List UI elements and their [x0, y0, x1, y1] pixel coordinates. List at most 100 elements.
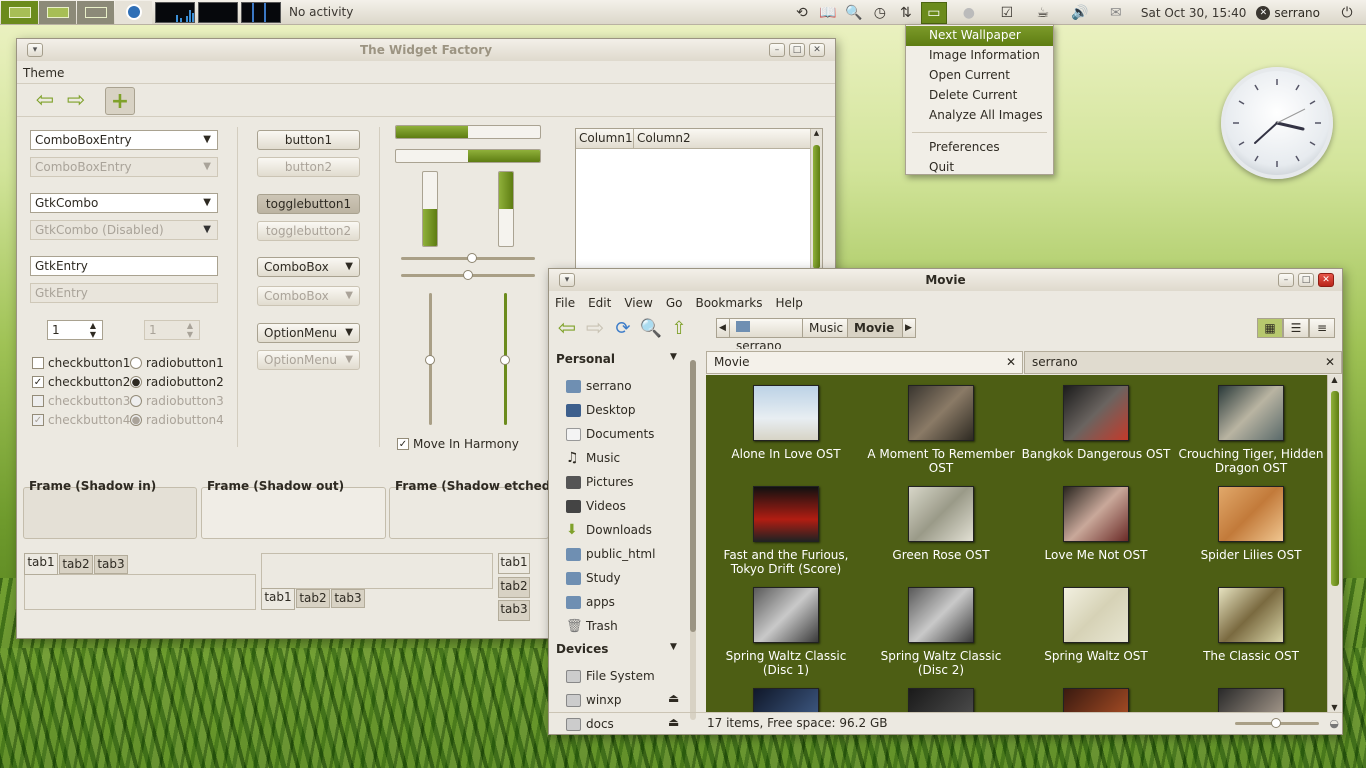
sidebar-item-music[interactable]: ♫ Music [566, 449, 620, 467]
hscale-1-knob[interactable] [467, 253, 477, 263]
sidebar-scroll-thumb[interactable] [690, 360, 696, 632]
list-item[interactable] [1176, 688, 1326, 712]
menu-image-information[interactable]: Image Information [906, 46, 1053, 66]
timer-icon[interactable]: ⟲ [791, 2, 813, 24]
hscale-2-knob[interactable] [463, 270, 473, 280]
breadcrumb-music[interactable]: Music [802, 318, 848, 338]
sidebar-device-filesystem[interactable]: File System [566, 667, 655, 685]
eject-icon[interactable]: ⏏ [668, 691, 679, 705]
list-item[interactable]: Crouching Tiger, Hidden Dragon OST [1176, 385, 1326, 475]
notebook-bottom-tab2[interactable]: tab2 [296, 589, 330, 608]
list-item[interactable]: Spring Waltz Classic (Disc 1) [711, 587, 861, 677]
spinbutton[interactable]: 1 ▲ ▼ [47, 320, 103, 340]
nautilus-titlebar[interactable]: ▾ Movie – □ ✕ [549, 269, 1342, 291]
menu-next-wallpaper[interactable]: Next Wallpaper [906, 26, 1053, 46]
back-arrow-icon[interactable]: ⇦ [31, 87, 59, 113]
menu-bookmarks[interactable]: Bookmarks [695, 296, 762, 310]
menu-quit[interactable]: Quit [906, 158, 1053, 178]
menu-view[interactable]: View [624, 296, 652, 310]
scroll-up-arrow-icon[interactable]: ▲ [811, 129, 822, 137]
workspace-1[interactable] [1, 0, 38, 24]
menu-edit[interactable]: Edit [588, 296, 611, 310]
notebook-top-tab1[interactable]: tab1 [24, 553, 58, 575]
column1-header[interactable]: Column1 [576, 129, 634, 148]
window-menu-button[interactable]: ▾ [559, 273, 575, 287]
chevron-down-icon[interactable]: ▼ [203, 194, 211, 212]
menu-delete-current[interactable]: Delete Current [906, 86, 1053, 106]
notebook-top-tab3[interactable]: tab3 [94, 555, 128, 574]
list-item[interactable] [1021, 688, 1171, 712]
notebook-bottom-tab3[interactable]: tab3 [331, 589, 365, 608]
vscale-2-knob[interactable] [500, 355, 510, 365]
user-menu[interactable]: ✕ serrano [1256, 5, 1320, 20]
menu-analyze-all[interactable]: Analyze All Images [906, 106, 1053, 126]
stopwatch-icon[interactable]: ◷ [869, 2, 891, 24]
view-list-button[interactable]: ☰ [1283, 318, 1309, 338]
list-item[interactable]: Spring Waltz Classic (Disc 2) [866, 587, 1016, 677]
breadcrumb-serrano[interactable]: serrano [729, 318, 803, 353]
sidebar-item-documents[interactable]: Documents [566, 425, 654, 443]
menu-go[interactable]: Go [666, 296, 683, 310]
workspace-2[interactable] [39, 0, 76, 24]
network-arrows-icon[interactable]: ⇅ [895, 2, 917, 24]
minimize-button[interactable]: – [769, 43, 785, 57]
coffee-icon[interactable]: ☕ [1027, 2, 1059, 24]
sidebar-item-downloads[interactable]: ⬇ Downloads [566, 521, 652, 539]
radiobutton1[interactable]: radiobutton1 [130, 355, 224, 371]
sidebar-item-apps[interactable]: apps [566, 593, 615, 611]
volume-icon[interactable]: 🔊 [1063, 2, 1097, 24]
menu-theme[interactable]: Theme [23, 66, 64, 80]
sidebar-item-study[interactable]: Study [566, 569, 621, 587]
sidebar-item-trash[interactable]: 🗑 Trash [566, 617, 618, 635]
tab-serrano[interactable]: serrano ✕ [1024, 351, 1342, 374]
system-monitor-cpu[interactable] [155, 1, 195, 23]
sidebar-item-public-html[interactable]: public_html [566, 545, 655, 563]
list-item[interactable]: Spring Waltz OST [1021, 587, 1171, 663]
breadcrumb-right-arrow[interactable]: ▶ [902, 318, 916, 338]
workspace-4[interactable] [115, 0, 152, 24]
window-menu-button[interactable]: ▾ [27, 43, 43, 57]
list-item[interactable]: Love Me Not OST [1021, 486, 1171, 562]
search-icon[interactable]: 🔍 [637, 315, 665, 341]
close-button[interactable]: ✕ [809, 43, 825, 57]
reload-icon[interactable]: ⟳ [609, 315, 637, 341]
file-view-scroll-thumb[interactable] [1331, 391, 1339, 586]
sidebar-item-desktop[interactable]: Desktop [566, 401, 636, 419]
minimize-button[interactable]: – [1278, 273, 1294, 287]
chevron-down-icon[interactable]: ▼ [670, 352, 677, 362]
checkbutton1[interactable]: checkbutton1 [32, 355, 130, 371]
add-icon[interactable]: + [105, 87, 135, 115]
power-icon[interactable]: ⏻ [1336, 2, 1358, 24]
tasks-check-icon[interactable]: ☑ [991, 2, 1023, 24]
sidebar-device-winxp[interactable]: winxp [566, 691, 621, 709]
treeview-scroll-thumb[interactable] [813, 145, 820, 269]
forward-arrow-icon[interactable]: ⇨ [62, 87, 90, 113]
notebook-left-tab2[interactable]: tab2 [498, 577, 530, 598]
view-icons-button[interactable]: ▦ [1257, 318, 1283, 338]
sidebar-item-serrano[interactable]: serrano [566, 377, 632, 395]
tab-movie[interactable]: Movie ✕ [706, 351, 1023, 374]
list-item[interactable] [866, 688, 1016, 712]
panel-clock[interactable]: Sat Oct 30, 15:40 [1141, 6, 1247, 20]
gtkcombo[interactable]: GtkCombo ▼ [30, 193, 218, 213]
widget-factory-titlebar[interactable]: ▾ The Widget Factory – □ ✕ [17, 39, 835, 61]
back-icon[interactable]: ⇦ [553, 315, 581, 341]
view-compact-button[interactable]: ≡ [1309, 318, 1335, 338]
menu-help[interactable]: Help [776, 296, 803, 310]
close-icon[interactable]: ✕ [1325, 352, 1335, 373]
chevron-down-icon[interactable]: ▼ [203, 131, 211, 149]
treeview-scrollbar[interactable]: ▲ [810, 129, 822, 269]
radiobutton2[interactable]: ● radiobutton2 [130, 374, 224, 390]
move-in-harmony-check[interactable]: ✓ Move In Harmony [397, 436, 519, 452]
list-item[interactable]: The Classic OST [1176, 587, 1326, 663]
system-monitor-mem[interactable] [198, 1, 238, 23]
sidebar-scrollbar[interactable] [690, 360, 696, 720]
search-icon[interactable]: 🔍 [843, 2, 865, 24]
maximize-button[interactable]: □ [789, 43, 805, 57]
vscale-1-knob[interactable] [425, 355, 435, 365]
sidebar-item-pictures[interactable]: Pictures [566, 473, 634, 491]
notebook-bottom-tab1[interactable]: tab1 [261, 588, 295, 610]
zoom-slider-knob[interactable] [1271, 718, 1281, 728]
close-button[interactable]: ✕ [1318, 273, 1334, 287]
close-icon[interactable]: ✕ [1006, 352, 1016, 373]
